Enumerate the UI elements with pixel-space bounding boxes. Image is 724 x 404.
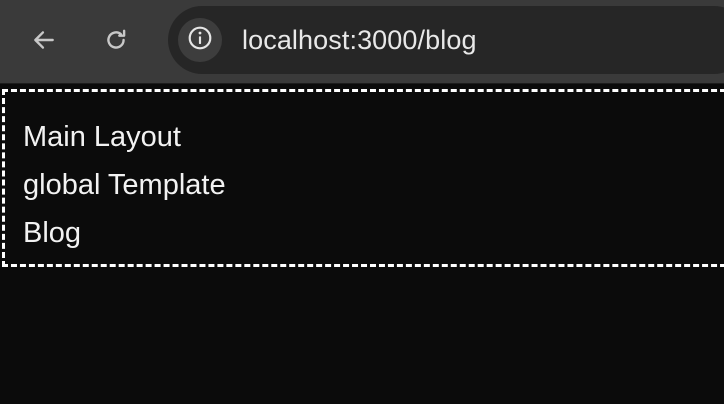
site-info-button[interactable]: [178, 18, 222, 62]
arrow-left-icon: [31, 27, 57, 58]
browser-toolbar: localhost:3000/blog: [0, 0, 724, 84]
main-layout-container: Main Layout global Template Blog: [2, 89, 724, 267]
reload-icon: [103, 27, 129, 58]
address-bar[interactable]: localhost:3000/blog: [168, 6, 724, 74]
main-layout-text: Main Layout: [23, 121, 181, 153]
url-text[interactable]: localhost:3000/blog: [242, 6, 477, 74]
back-button[interactable]: [22, 20, 66, 64]
blog-page-text: Blog: [23, 217, 82, 249]
global-template-text: global Template: [23, 169, 226, 201]
reload-button[interactable]: [94, 20, 138, 64]
info-icon: [187, 25, 213, 56]
page-viewport: Main Layout global Template Blog: [0, 85, 724, 404]
